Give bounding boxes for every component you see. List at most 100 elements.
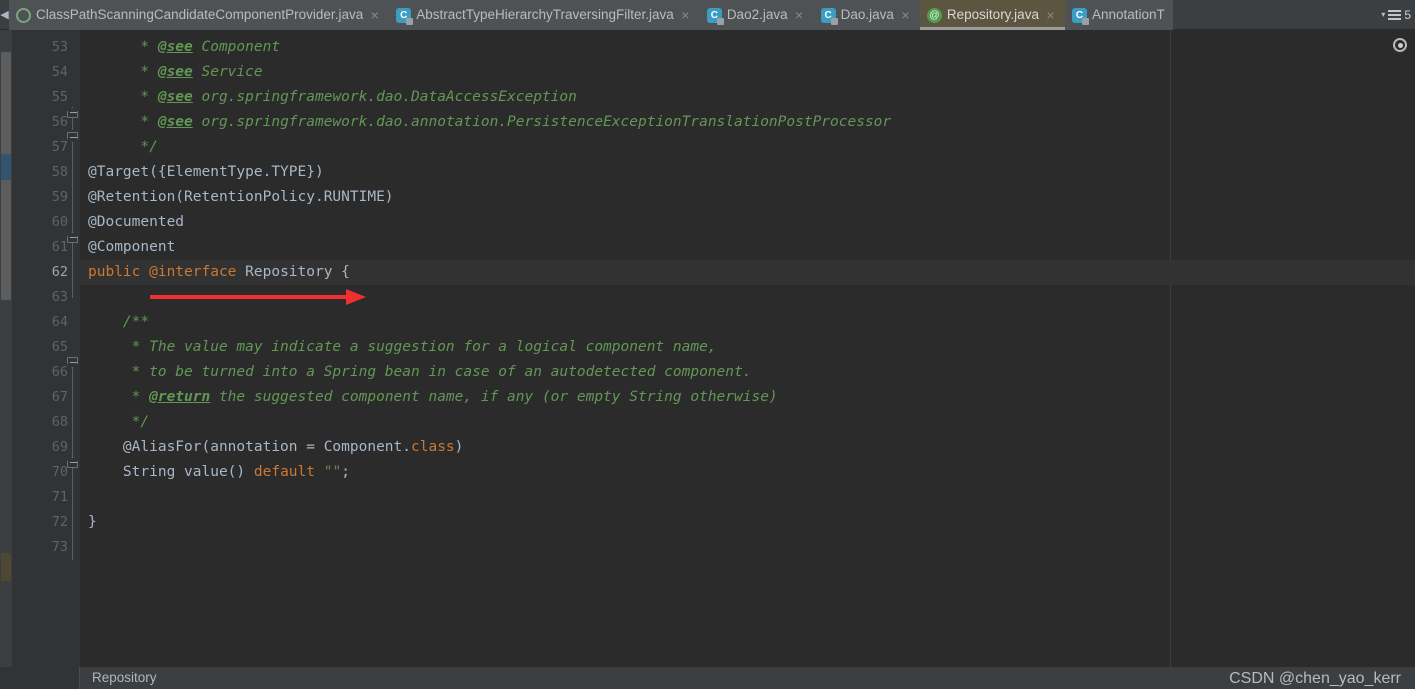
- code-line[interactable]: * @return the suggested component name, …: [80, 385, 1415, 410]
- code-token: org.springframework.dao.DataAccessExcept…: [192, 89, 577, 105]
- code-line[interactable]: @AliasFor(annotation = Component.class): [80, 435, 1415, 460]
- tab-overflow-controls[interactable]: ▾ 5: [1381, 0, 1415, 29]
- code-line[interactable]: * @see org.springframework.dao.DataAcces…: [80, 85, 1415, 110]
- tab-list-icon[interactable]: [1388, 8, 1402, 22]
- editor-tab-3[interactable]: C Dao.java ×: [813, 0, 920, 30]
- code-token: org.springframework.dao.annotation.Persi…: [192, 114, 892, 130]
- code-line-text: * to be turned into a Spring bean in cas…: [88, 360, 752, 385]
- code-token: the suggested component name, if any (or…: [210, 389, 778, 405]
- editor-tab-4[interactable]: @ Repository.java ×: [919, 0, 1066, 30]
- breadcrumb-item-repository[interactable]: Repository: [92, 667, 157, 689]
- line-number: 69: [51, 439, 68, 455]
- line-number: 54: [51, 64, 68, 80]
- code-line[interactable]: * @see Service: [80, 60, 1415, 85]
- line-number: 68: [51, 414, 68, 430]
- editor-tab-0[interactable]: ClassPathScanningCandidateComponentProvi…: [9, 0, 390, 30]
- line-number: 55: [51, 89, 68, 105]
- editor-tab-label: Repository.java: [946, 7, 1039, 22]
- code-token: *: [88, 39, 158, 55]
- fold-marker-component[interactable]: [67, 232, 78, 243]
- code-line[interactable]: * @see org.springframework.dao.annotatio…: [80, 110, 1415, 135]
- code-line[interactable]: }: [80, 510, 1415, 535]
- code-line[interactable]: [80, 485, 1415, 510]
- code-line[interactable]: String value() default "";: [80, 460, 1415, 485]
- editor-gutter[interactable]: 53 54 55 56 57 58 59 60 61 62 63 64 65 66 67 68 69 70 71 72…: [12, 30, 80, 667]
- code-line[interactable]: [80, 535, 1415, 560]
- code-line-text: @Target({ElementType.TYPE}): [88, 160, 324, 185]
- fold-marker-end-javadoc2[interactable]: [67, 457, 78, 468]
- ide-window: ◀ ClassPathScanningCandidateComponentPro…: [0, 0, 1415, 689]
- code-editor[interactable]: 53 54 55 56 57 58 59 60 61 62 63 64 65 66 67 68 69 70 71 72…: [0, 30, 1415, 667]
- editor-tab-label: ClassPathScanningCandidateComponentProvi…: [36, 7, 364, 22]
- code-line[interactable]: * to be turned into a Spring bean in cas…: [80, 360, 1415, 385]
- editor-left-scrollbar[interactable]: [0, 30, 12, 667]
- tab-scroll-left-icon[interactable]: ◀: [0, 0, 9, 29]
- close-icon[interactable]: ×: [793, 0, 806, 30]
- code-token: @see: [157, 64, 193, 80]
- editor-tab-1[interactable]: C AbstractTypeHierarchyTraversingFilter.j…: [389, 0, 700, 30]
- close-icon[interactable]: ×: [899, 0, 912, 30]
- editor-tab-label: AnnotationT: [1091, 7, 1165, 22]
- close-icon[interactable]: ×: [368, 0, 381, 30]
- code-line-text: * @see Service: [88, 60, 262, 85]
- code-token: class: [411, 439, 455, 455]
- code-token: */: [88, 414, 150, 430]
- code-line-text: */: [88, 410, 149, 435]
- code-token: *: [88, 64, 158, 80]
- line-number: 57: [51, 139, 68, 155]
- editor-tab-label: Dao2.java: [726, 7, 788, 22]
- code-token: *: [88, 114, 158, 130]
- line-number: 61: [51, 239, 68, 255]
- csdn-watermark: CSDN @chen_yao_kerr: [1229, 670, 1401, 687]
- code-line[interactable]: * @see Component: [80, 35, 1415, 60]
- code-line[interactable]: /**: [80, 310, 1415, 335]
- breadcrumb-bar: Repository: [0, 667, 1415, 689]
- code-token: default: [253, 464, 315, 480]
- code-line-text: public @interface Repository {: [88, 260, 350, 285]
- code-token: @Retention(RetentionPolicy.RUNTIME): [88, 189, 394, 205]
- code-line-text: @AliasFor(annotation = Component.class): [88, 435, 464, 460]
- code-token: @Documented: [88, 214, 185, 230]
- code-line-text: String value() default "";: [88, 460, 350, 485]
- editor-tab-5[interactable]: C AnnotationT: [1064, 0, 1173, 30]
- fold-region-line-class: [72, 143, 73, 298]
- code-line-text: * @see Component: [88, 35, 280, 60]
- code-token: @Target({ElementType.TYPE}): [88, 164, 324, 180]
- fold-marker-start-javadoc2[interactable]: [67, 357, 78, 368]
- code-line-text: * The value may indicate a suggestion fo…: [88, 335, 717, 360]
- code-line[interactable]: public @interface Repository {: [80, 260, 1415, 285]
- code-token: }: [88, 514, 97, 530]
- fold-marker-start-class[interactable]: [67, 132, 78, 143]
- fold-marker-end-javadoc-top[interactable]: [67, 107, 78, 118]
- code-line[interactable]: */: [80, 410, 1415, 435]
- line-number: 65: [51, 339, 68, 355]
- code-line[interactable]: @Retention(RetentionPolicy.RUNTIME): [80, 185, 1415, 210]
- line-number: 67: [51, 389, 68, 405]
- code-folding-column[interactable]: [66, 30, 80, 667]
- code-token: @see: [157, 39, 193, 55]
- code-token: @see: [157, 89, 193, 105]
- code-line-text: * @see org.springframework.dao.DataAcces…: [88, 85, 577, 110]
- scrollbar-marker-caret[interactable]: [1, 154, 11, 180]
- scrollbar-marker-changed[interactable]: [1, 553, 11, 581]
- code-token: ;: [341, 464, 350, 480]
- code-line[interactable]: * The value may indicate a suggestion fo…: [80, 335, 1415, 360]
- class-file-icon: C: [820, 7, 838, 25]
- line-number: 59: [51, 189, 68, 205]
- fold-region-line-body: [72, 468, 73, 560]
- editor-tab-2[interactable]: C Dao2.java ×: [699, 0, 814, 30]
- code-text-area[interactable]: * @see Component * @see Service * @see o…: [80, 30, 1415, 667]
- close-icon[interactable]: ×: [1044, 0, 1057, 30]
- code-line[interactable]: @Target({ElementType.TYPE}): [80, 160, 1415, 185]
- annotation-file-icon: @: [926, 7, 942, 23]
- editor-tab-label: Dao.java: [840, 7, 894, 22]
- code-line[interactable]: @Documented: [80, 210, 1415, 235]
- inspection-eye-icon[interactable]: [1393, 38, 1407, 52]
- code-line[interactable]: */: [80, 135, 1415, 160]
- close-icon[interactable]: ×: [679, 0, 692, 30]
- line-number: 60: [51, 214, 68, 230]
- fold-region-line-javadoc2: [72, 368, 73, 460]
- code-token: @return: [149, 389, 211, 405]
- code-line[interactable]: @Component: [80, 235, 1415, 260]
- chevron-down-icon[interactable]: ▾: [1381, 10, 1385, 19]
